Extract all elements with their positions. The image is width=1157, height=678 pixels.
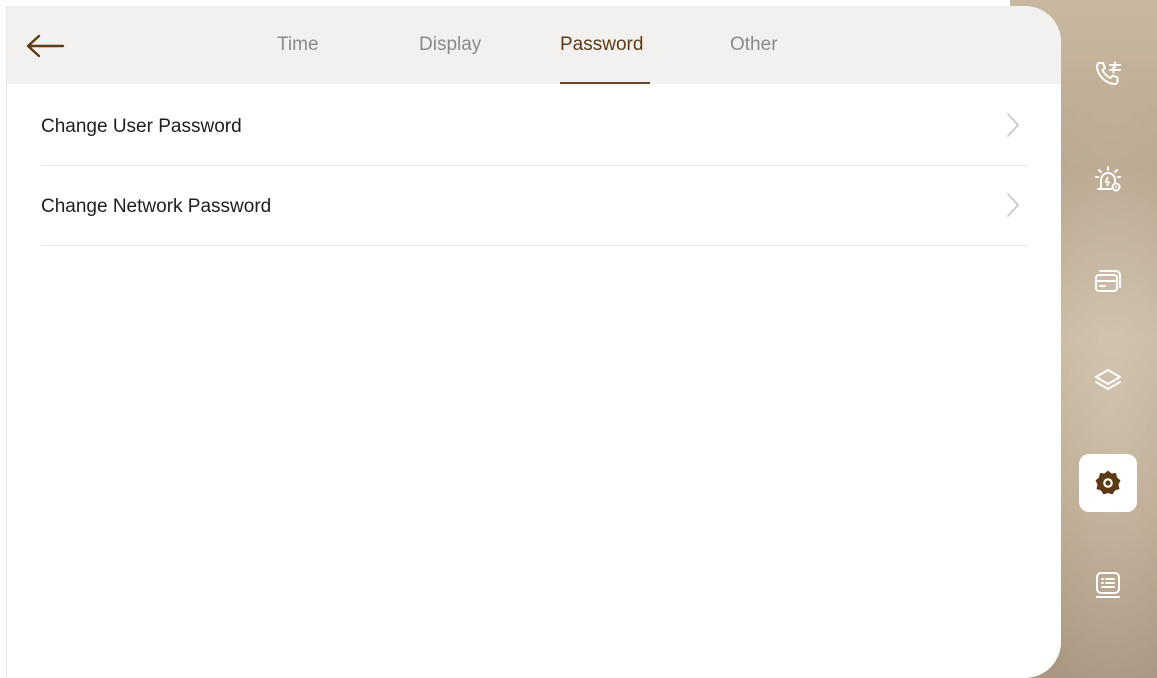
tab-display[interactable]: Display — [419, 34, 481, 84]
row-label: Change User Password — [41, 116, 242, 137]
layers-icon — [1095, 369, 1121, 390]
sidebar-item-layers[interactable] — [1079, 352, 1137, 410]
sidebar-item-call-settings[interactable] — [1079, 44, 1137, 102]
tab-other[interactable]: Other — [730, 34, 778, 84]
sidebar-item-cards[interactable] — [1079, 252, 1137, 310]
active-tab-indicator — [560, 82, 650, 84]
message-list-icon — [1096, 572, 1120, 598]
arrow-left-icon — [26, 34, 65, 58]
call-settings-icon — [1096, 61, 1121, 85]
settings-panel: Time Display Password Other Change User … — [6, 6, 1061, 678]
sidebar-item-messages[interactable] — [1079, 556, 1137, 614]
back-button[interactable] — [23, 26, 67, 66]
sidebar-item-alarm-settings[interactable] — [1079, 150, 1137, 208]
card-icon — [1095, 270, 1121, 292]
gear-icon — [1095, 470, 1121, 495]
chevron-right-icon — [1007, 193, 1019, 217]
chevron-right-icon — [1007, 113, 1019, 137]
settings-header: Time Display Password Other — [7, 6, 1061, 84]
change-network-password-row[interactable]: Change Network Password — [41, 166, 1027, 246]
tab-password[interactable]: Password — [560, 34, 643, 84]
row-label: Change Network Password — [41, 196, 272, 217]
alarm-settings-icon — [1095, 166, 1121, 192]
change-user-password-row[interactable]: Change User Password — [41, 86, 1027, 166]
sidebar-item-settings[interactable] — [1079, 454, 1137, 512]
tab-time[interactable]: Time — [277, 34, 319, 84]
